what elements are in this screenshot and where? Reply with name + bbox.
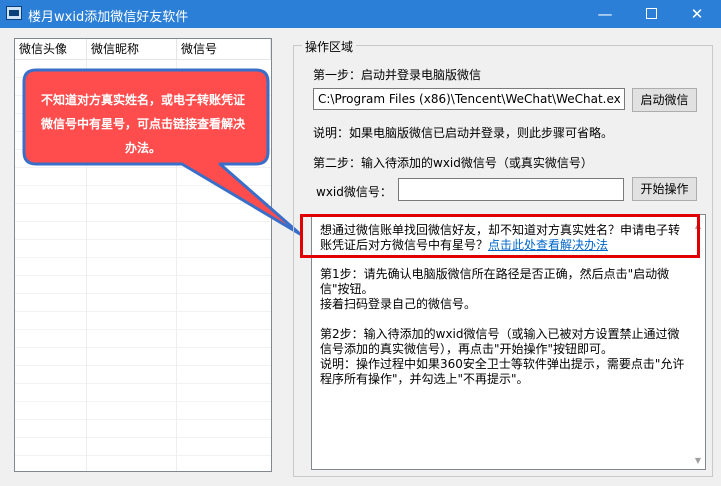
step1-text: 第1步：请先确认电脑版微信所在路径是否正确，然后点击"启动微信"按钮。 bbox=[320, 267, 670, 296]
maximize-icon bbox=[645, 7, 657, 19]
list-header: 微信头像 微信昵称 微信号 bbox=[15, 39, 271, 60]
close-button[interactable]: ✕ bbox=[674, 0, 720, 28]
note-label: 说明：如果电脑版微信已启动并登录，则此步骤可省略。 bbox=[313, 126, 614, 140]
wxid-label: wxid微信号： bbox=[316, 185, 392, 199]
callout-text: 不知道对方真实姓名，或电子转账凭证微信号中有星号，可点击链接查看解决办法。 bbox=[40, 93, 245, 155]
minimize-button[interactable]: — bbox=[582, 0, 628, 28]
scroll-down-arrow-icon[interactable]: ▼ bbox=[695, 456, 701, 465]
step2-text: 第2步：输入待添加的wxid微信号（或输入已被对方设置禁止通过微信号添加的真实微… bbox=[320, 327, 680, 356]
highlight-box bbox=[300, 214, 700, 258]
title-bar[interactable]: 楼月wxid添加微信好友软件 — ✕ bbox=[0, 0, 721, 28]
launch-wechat-button[interactable]: 启动微信 bbox=[632, 88, 697, 112]
app-icon bbox=[6, 6, 22, 20]
step2-label: 第二步：输入待添加的wxid微信号（或真实微信号） bbox=[313, 156, 593, 170]
column-wechat-id[interactable]: 微信号 bbox=[177, 39, 271, 59]
wechat-path-input[interactable] bbox=[313, 88, 625, 110]
step1-text2: 接着扫码登录自己的微信号。 bbox=[320, 297, 477, 311]
window-title: 楼月wxid添加微信好友软件 bbox=[28, 10, 189, 25]
maximize-button[interactable] bbox=[628, 0, 674, 28]
step2-note: 说明：操作过程中如果360安全卫士等软件弹出提示，需要点击"允许程序所有操作"，… bbox=[320, 357, 685, 386]
step1-label: 第一步：启动并登录电脑版微信 bbox=[313, 68, 482, 82]
close-icon: ✕ bbox=[690, 5, 704, 23]
column-nickname[interactable]: 微信昵称 bbox=[87, 39, 177, 59]
column-avatar[interactable]: 微信头像 bbox=[15, 39, 87, 59]
wxid-input[interactable] bbox=[398, 178, 624, 201]
operations-group-title: 操作区域 bbox=[302, 38, 357, 55]
minimize-icon: — bbox=[597, 5, 613, 23]
start-button[interactable]: 开始操作 bbox=[632, 177, 697, 201]
